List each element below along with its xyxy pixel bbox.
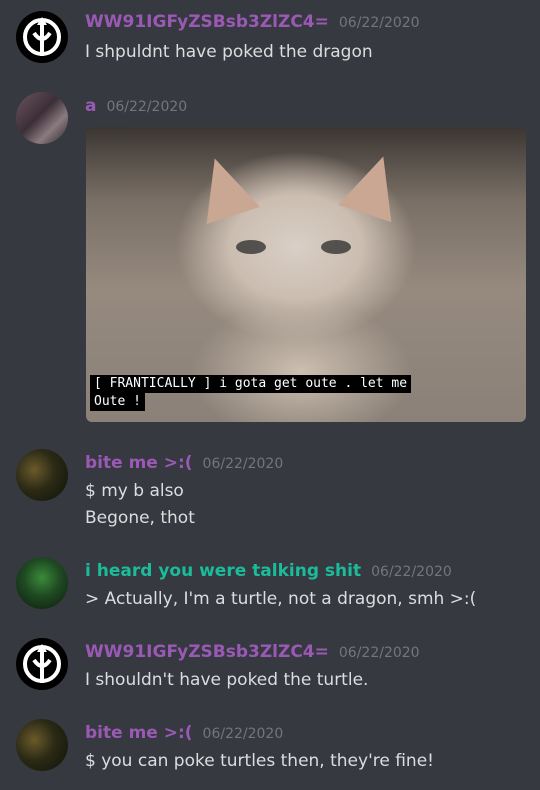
username-text[interactable]: WW91IGFyZSBsb3ZlZC4=	[85, 12, 329, 32]
username[interactable]: WW91IGFyZSBsb3ZlZC4= 06/22/2020	[85, 12, 420, 32]
message-text: $ my b also	[85, 481, 184, 501]
message-text: Begone, thot	[85, 508, 195, 528]
avatar[interactable]	[16, 719, 68, 771]
cat-ear	[188, 149, 260, 225]
username-text[interactable]: a	[85, 96, 96, 116]
timestamp: 06/22/2020	[202, 726, 284, 742]
username[interactable]: i heard you were talking shit 06/22/2020	[85, 561, 452, 581]
message-text: I shouldn't have poked the turtle.	[85, 670, 369, 690]
trident-logo-icon	[23, 644, 61, 683]
cat-ear	[338, 147, 410, 223]
cat-eye	[236, 240, 266, 254]
username-text[interactable]: i heard you were talking shit	[85, 561, 361, 581]
username-text[interactable]: bite me >:(	[85, 723, 193, 743]
avatar[interactable]	[16, 11, 68, 63]
username[interactable]: a 06/22/2020	[85, 96, 187, 116]
timestamp: 06/22/2020	[338, 645, 420, 661]
trident-logo-icon	[23, 17, 61, 56]
timestamp: 06/22/2020	[338, 15, 420, 31]
avatar[interactable]	[16, 449, 68, 501]
caption-line: [ FRANTICALLY ] i gota get oute . let me	[90, 375, 412, 393]
username[interactable]: bite me >:( 06/22/2020	[85, 723, 283, 743]
username-text[interactable]: bite me >:(	[85, 453, 193, 473]
username[interactable]: WW91IGFyZSBsb3ZlZC4= 06/22/2020	[85, 642, 420, 662]
avatar[interactable]	[16, 638, 68, 690]
message-text: > Actually, I'm a turtle, not a dragon, …	[85, 589, 477, 609]
avatar[interactable]	[16, 92, 68, 144]
cat-eye	[321, 240, 351, 254]
avatar[interactable]	[16, 557, 68, 609]
message-text: I shpuldnt have poked the dragon	[85, 42, 373, 62]
username[interactable]: bite me >:( 06/22/2020	[85, 453, 283, 473]
timestamp: 06/22/2020	[202, 456, 284, 472]
message-text: $ you can poke turtles then, they're fin…	[85, 751, 434, 771]
username-text[interactable]: WW91IGFyZSBsb3ZlZC4=	[85, 642, 329, 662]
image-attachment[interactable]: [ FRANTICALLY ] i gota get oute . let me…	[86, 127, 526, 422]
timestamp: 06/22/2020	[371, 564, 452, 580]
image-caption: [ FRANTICALLY ] i gota get oute . let me…	[90, 375, 412, 411]
timestamp: 06/22/2020	[106, 99, 188, 115]
caption-line: Oute !	[90, 393, 145, 411]
